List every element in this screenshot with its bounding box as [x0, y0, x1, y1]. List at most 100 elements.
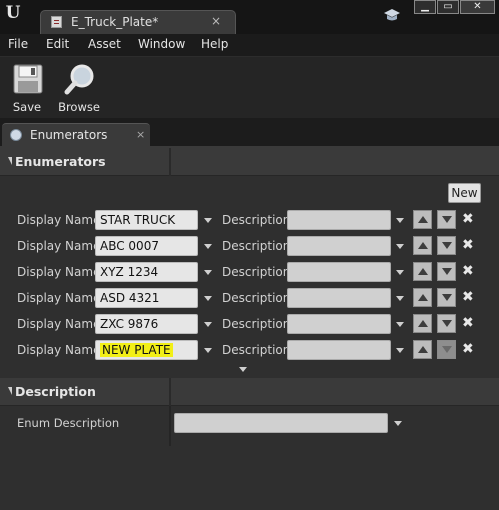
toolbar: Save Browse: [0, 56, 499, 118]
unreal-logo-icon[interactable]: U: [2, 2, 24, 24]
menu-window[interactable]: Window: [138, 37, 185, 51]
display-name-field[interactable]: NEW PLATE: [95, 340, 198, 360]
document-tab-close-icon[interactable]: ×: [211, 14, 221, 28]
enumerators-section-title: Enumerators: [15, 154, 106, 169]
move-down-button[interactable]: [437, 210, 456, 229]
floppy-disk-icon: [13, 64, 43, 94]
display-name-field[interactable]: ABC 0007: [95, 236, 198, 256]
move-down-button[interactable]: [437, 314, 456, 333]
save-label: Save: [12, 100, 42, 114]
display-name-label: Display Name: [17, 317, 101, 331]
tab-enumerators[interactable]: Enumerators ×: [2, 123, 150, 146]
description-dropdown-icon[interactable]: [396, 270, 404, 275]
maximize-button[interactable]: ▭: [437, 0, 459, 14]
panel-tab-bar: Enumerators ×: [0, 118, 499, 146]
description-dropdown-icon[interactable]: [396, 296, 404, 301]
display-name-field[interactable]: XYZ 1234: [95, 262, 198, 282]
display-name-label: Display Name: [17, 265, 101, 279]
description-section-header[interactable]: Description: [0, 378, 499, 406]
move-up-button[interactable]: [413, 288, 432, 307]
description-label: Description: [222, 343, 291, 357]
menu-bar: File Edit Asset Window Help: [0, 34, 499, 56]
tab-close-icon[interactable]: ×: [136, 128, 145, 141]
move-down-button[interactable]: [437, 288, 456, 307]
display-name-field[interactable]: ASD 4321: [95, 288, 198, 308]
move-down-button[interactable]: [437, 236, 456, 255]
graduation-cap-icon[interactable]: [384, 8, 400, 22]
menu-asset[interactable]: Asset: [88, 37, 121, 51]
enum-asset-icon: [51, 16, 62, 28]
browse-button[interactable]: Browse: [54, 63, 104, 117]
collapse-arrow-icon: [4, 387, 12, 395]
tab-enumerators-label: Enumerators: [30, 128, 108, 142]
description-field[interactable]: [287, 340, 391, 360]
delete-enumerator-icon[interactable]: ✖: [462, 341, 474, 357]
description-section-title: Description: [15, 384, 96, 399]
description-field[interactable]: [287, 210, 391, 230]
display-name-dropdown-icon[interactable]: [204, 322, 212, 327]
display-name-label: Display Name: [17, 213, 101, 227]
description-label: Description: [222, 317, 291, 331]
details-panel: Enumerators New Display Name STAR TRUCK De…: [0, 146, 499, 510]
move-up-button[interactable]: [413, 340, 432, 359]
enumerator-row: Display Name NEW PLATE Description ✖: [0, 340, 499, 362]
display-name-field[interactable]: ZXC 9876: [95, 314, 198, 334]
column-divider[interactable]: [169, 378, 171, 406]
display-name-dropdown-icon[interactable]: [204, 218, 212, 223]
enum-description-dropdown-icon[interactable]: [394, 421, 402, 426]
description-field[interactable]: [287, 262, 391, 282]
delete-enumerator-icon[interactable]: ✖: [462, 237, 474, 253]
description-area: Enum Description: [0, 406, 499, 510]
description-field[interactable]: [287, 236, 391, 256]
enumerator-row: Display Name ABC 0007 Description ✖: [0, 236, 499, 258]
move-up-button[interactable]: [413, 314, 432, 333]
expand-arrow-icon: [239, 367, 247, 372]
description-label: Description: [222, 265, 291, 279]
menu-file[interactable]: File: [8, 37, 28, 51]
display-name-dropdown-icon[interactable]: [204, 244, 212, 249]
move-up-button[interactable]: [413, 210, 432, 229]
display-name-value: XYZ 1234: [100, 265, 159, 279]
details-icon: [10, 129, 22, 141]
display-name-value: ABC 0007: [100, 239, 159, 253]
description-dropdown-icon[interactable]: [396, 244, 404, 249]
move-up-button[interactable]: [413, 262, 432, 281]
save-button[interactable]: Save: [2, 63, 52, 117]
display-name-value: ASD 4321: [100, 291, 160, 305]
display-name-label: Display Name: [17, 291, 101, 305]
display-name-value: STAR TRUCK: [100, 213, 176, 227]
enumerator-row: Display Name STAR TRUCK Description ✖: [0, 210, 499, 232]
display-name-value: NEW PLATE: [100, 343, 173, 357]
delete-enumerator-icon[interactable]: ✖: [462, 211, 474, 227]
move-down-button[interactable]: [437, 340, 456, 359]
column-divider[interactable]: [169, 148, 171, 176]
move-up-button[interactable]: [413, 236, 432, 255]
description-dropdown-icon[interactable]: [396, 322, 404, 327]
enumerators-list: New Display Name STAR TRUCK Description ✖ Di…: [0, 176, 499, 368]
delete-enumerator-icon[interactable]: ✖: [462, 263, 474, 279]
minimize-button[interactable]: ▁: [414, 0, 436, 14]
description-label: Description: [222, 213, 291, 227]
new-enumerator-button[interactable]: New: [448, 183, 481, 203]
delete-enumerator-icon[interactable]: ✖: [462, 315, 474, 331]
enum-description-field[interactable]: [174, 413, 388, 433]
description-field[interactable]: [287, 288, 391, 308]
close-window-button[interactable]: ✕: [460, 0, 495, 14]
delete-enumerator-icon[interactable]: ✖: [462, 289, 474, 305]
expand-bar[interactable]: [0, 364, 499, 376]
display-name-field[interactable]: STAR TRUCK: [95, 210, 198, 230]
document-tab[interactable]: E_Truck_Plate* ×: [40, 10, 236, 34]
display-name-dropdown-icon[interactable]: [204, 270, 212, 275]
description-dropdown-icon[interactable]: [396, 348, 404, 353]
description-field[interactable]: [287, 314, 391, 334]
menu-edit[interactable]: Edit: [46, 37, 69, 51]
display-name-dropdown-icon[interactable]: [204, 348, 212, 353]
move-down-button[interactable]: [437, 262, 456, 281]
enumerator-row: Display Name ZXC 9876 Description ✖: [0, 314, 499, 336]
enumerators-section-header[interactable]: Enumerators: [0, 148, 499, 176]
description-dropdown-icon[interactable]: [396, 218, 404, 223]
column-divider: [169, 406, 171, 446]
display-name-dropdown-icon[interactable]: [204, 296, 212, 301]
description-label: Description: [222, 291, 291, 305]
menu-help[interactable]: Help: [201, 37, 228, 51]
